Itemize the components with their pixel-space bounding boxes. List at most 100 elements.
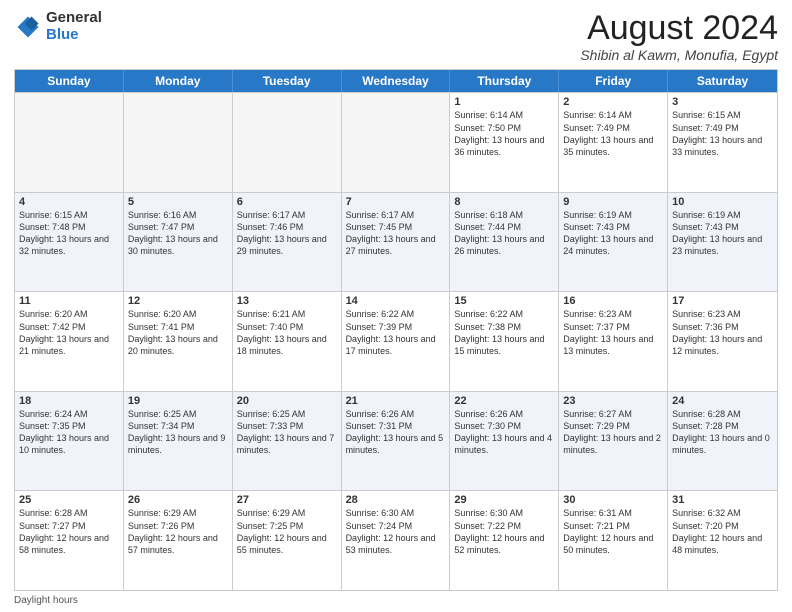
- calendar-cell: 22Sunrise: 6:26 AM Sunset: 7:30 PM Dayli…: [450, 392, 559, 491]
- calendar-cell: 18Sunrise: 6:24 AM Sunset: 7:35 PM Dayli…: [15, 392, 124, 491]
- day-number: 6: [237, 196, 337, 208]
- calendar-cell: 8Sunrise: 6:18 AM Sunset: 7:44 PM Daylig…: [450, 193, 559, 292]
- calendar-cell: [342, 93, 451, 192]
- calendar-row-1: 1Sunrise: 6:14 AM Sunset: 7:50 PM Daylig…: [15, 92, 777, 192]
- subtitle: Shibin al Kawm, Monufia, Egypt: [580, 47, 778, 63]
- cell-info: Sunrise: 6:30 AM Sunset: 7:24 PM Dayligh…: [346, 507, 446, 556]
- cell-info: Sunrise: 6:19 AM Sunset: 7:43 PM Dayligh…: [672, 209, 773, 258]
- day-number: 28: [346, 494, 446, 506]
- day-number: 21: [346, 395, 446, 407]
- cell-info: Sunrise: 6:27 AM Sunset: 7:29 PM Dayligh…: [563, 408, 663, 457]
- calendar-cell: 10Sunrise: 6:19 AM Sunset: 7:43 PM Dayli…: [668, 193, 777, 292]
- cell-info: Sunrise: 6:15 AM Sunset: 7:49 PM Dayligh…: [672, 109, 773, 158]
- cell-info: Sunrise: 6:20 AM Sunset: 7:41 PM Dayligh…: [128, 308, 228, 357]
- calendar-cell: [124, 93, 233, 192]
- logo-blue: Blue: [46, 27, 102, 44]
- cell-info: Sunrise: 6:28 AM Sunset: 7:28 PM Dayligh…: [672, 408, 773, 457]
- calendar-cell: 25Sunrise: 6:28 AM Sunset: 7:27 PM Dayli…: [15, 491, 124, 590]
- cell-info: Sunrise: 6:15 AM Sunset: 7:48 PM Dayligh…: [19, 209, 119, 258]
- footer: Daylight hours: [14, 595, 778, 606]
- cell-info: Sunrise: 6:23 AM Sunset: 7:37 PM Dayligh…: [563, 308, 663, 357]
- calendar-cell: 26Sunrise: 6:29 AM Sunset: 7:26 PM Dayli…: [124, 491, 233, 590]
- cell-info: Sunrise: 6:17 AM Sunset: 7:46 PM Dayligh…: [237, 209, 337, 258]
- day-header-thursday: Thursday: [450, 70, 559, 92]
- daylight-label: Daylight hours: [14, 595, 78, 606]
- calendar-cell: [233, 93, 342, 192]
- day-number: 5: [128, 196, 228, 208]
- cell-info: Sunrise: 6:23 AM Sunset: 7:36 PM Dayligh…: [672, 308, 773, 357]
- calendar-cell: 4Sunrise: 6:15 AM Sunset: 7:48 PM Daylig…: [15, 193, 124, 292]
- day-number: 27: [237, 494, 337, 506]
- day-header-monday: Monday: [124, 70, 233, 92]
- day-number: 2: [563, 96, 663, 108]
- calendar-cell: 29Sunrise: 6:30 AM Sunset: 7:22 PM Dayli…: [450, 491, 559, 590]
- calendar-cell: 12Sunrise: 6:20 AM Sunset: 7:41 PM Dayli…: [124, 292, 233, 391]
- header: General Blue August 2024 Shibin al Kawm,…: [14, 10, 778, 63]
- day-number: 13: [237, 295, 337, 307]
- calendar-cell: 30Sunrise: 6:31 AM Sunset: 7:21 PM Dayli…: [559, 491, 668, 590]
- day-header-friday: Friday: [559, 70, 668, 92]
- calendar-cell: 27Sunrise: 6:29 AM Sunset: 7:25 PM Dayli…: [233, 491, 342, 590]
- day-number: 25: [19, 494, 119, 506]
- calendar: SundayMondayTuesdayWednesdayThursdayFrid…: [14, 69, 778, 591]
- calendar-cell: 9Sunrise: 6:19 AM Sunset: 7:43 PM Daylig…: [559, 193, 668, 292]
- cell-info: Sunrise: 6:14 AM Sunset: 7:49 PM Dayligh…: [563, 109, 663, 158]
- cell-info: Sunrise: 6:22 AM Sunset: 7:38 PM Dayligh…: [454, 308, 554, 357]
- title-block: August 2024 Shibin al Kawm, Monufia, Egy…: [580, 10, 778, 63]
- day-number: 16: [563, 295, 663, 307]
- calendar-cell: 14Sunrise: 6:22 AM Sunset: 7:39 PM Dayli…: [342, 292, 451, 391]
- calendar-cell: 3Sunrise: 6:15 AM Sunset: 7:49 PM Daylig…: [668, 93, 777, 192]
- day-number: 18: [19, 395, 119, 407]
- calendar-cell: 7Sunrise: 6:17 AM Sunset: 7:45 PM Daylig…: [342, 193, 451, 292]
- calendar-cell: 21Sunrise: 6:26 AM Sunset: 7:31 PM Dayli…: [342, 392, 451, 491]
- day-number: 17: [672, 295, 773, 307]
- calendar-row-4: 18Sunrise: 6:24 AM Sunset: 7:35 PM Dayli…: [15, 391, 777, 491]
- day-number: 26: [128, 494, 228, 506]
- calendar-cell: 28Sunrise: 6:30 AM Sunset: 7:24 PM Dayli…: [342, 491, 451, 590]
- calendar-cell: 15Sunrise: 6:22 AM Sunset: 7:38 PM Dayli…: [450, 292, 559, 391]
- logo-general: General: [46, 10, 102, 27]
- day-number: 23: [563, 395, 663, 407]
- cell-info: Sunrise: 6:26 AM Sunset: 7:30 PM Dayligh…: [454, 408, 554, 457]
- day-header-wednesday: Wednesday: [342, 70, 451, 92]
- cell-info: Sunrise: 6:26 AM Sunset: 7:31 PM Dayligh…: [346, 408, 446, 457]
- day-number: 24: [672, 395, 773, 407]
- day-number: 8: [454, 196, 554, 208]
- day-number: 7: [346, 196, 446, 208]
- cell-info: Sunrise: 6:24 AM Sunset: 7:35 PM Dayligh…: [19, 408, 119, 457]
- calendar-row-5: 25Sunrise: 6:28 AM Sunset: 7:27 PM Dayli…: [15, 490, 777, 590]
- day-number: 11: [19, 295, 119, 307]
- day-header-tuesday: Tuesday: [233, 70, 342, 92]
- calendar-cell: 11Sunrise: 6:20 AM Sunset: 7:42 PM Dayli…: [15, 292, 124, 391]
- cell-info: Sunrise: 6:22 AM Sunset: 7:39 PM Dayligh…: [346, 308, 446, 357]
- calendar-cell: 5Sunrise: 6:16 AM Sunset: 7:47 PM Daylig…: [124, 193, 233, 292]
- cell-info: Sunrise: 6:18 AM Sunset: 7:44 PM Dayligh…: [454, 209, 554, 258]
- day-number: 1: [454, 96, 554, 108]
- main-title: August 2024: [580, 10, 778, 47]
- day-number: 19: [128, 395, 228, 407]
- calendar-cell: 6Sunrise: 6:17 AM Sunset: 7:46 PM Daylig…: [233, 193, 342, 292]
- day-number: 20: [237, 395, 337, 407]
- calendar-cell: 24Sunrise: 6:28 AM Sunset: 7:28 PM Dayli…: [668, 392, 777, 491]
- logo-text: General Blue: [46, 10, 102, 43]
- logo: General Blue: [14, 10, 102, 43]
- calendar-header: SundayMondayTuesdayWednesdayThursdayFrid…: [15, 70, 777, 92]
- calendar-cell: 31Sunrise: 6:32 AM Sunset: 7:20 PM Dayli…: [668, 491, 777, 590]
- cell-info: Sunrise: 6:16 AM Sunset: 7:47 PM Dayligh…: [128, 209, 228, 258]
- page: General Blue August 2024 Shibin al Kawm,…: [0, 0, 792, 612]
- calendar-cell: 2Sunrise: 6:14 AM Sunset: 7:49 PM Daylig…: [559, 93, 668, 192]
- cell-info: Sunrise: 6:19 AM Sunset: 7:43 PM Dayligh…: [563, 209, 663, 258]
- calendar-cell: [15, 93, 124, 192]
- cell-info: Sunrise: 6:25 AM Sunset: 7:34 PM Dayligh…: [128, 408, 228, 457]
- day-number: 10: [672, 196, 773, 208]
- cell-info: Sunrise: 6:29 AM Sunset: 7:26 PM Dayligh…: [128, 507, 228, 556]
- cell-info: Sunrise: 6:31 AM Sunset: 7:21 PM Dayligh…: [563, 507, 663, 556]
- day-header-saturday: Saturday: [668, 70, 777, 92]
- day-number: 3: [672, 96, 773, 108]
- cell-info: Sunrise: 6:28 AM Sunset: 7:27 PM Dayligh…: [19, 507, 119, 556]
- calendar-cell: 23Sunrise: 6:27 AM Sunset: 7:29 PM Dayli…: [559, 392, 668, 491]
- cell-info: Sunrise: 6:21 AM Sunset: 7:40 PM Dayligh…: [237, 308, 337, 357]
- calendar-cell: 20Sunrise: 6:25 AM Sunset: 7:33 PM Dayli…: [233, 392, 342, 491]
- day-number: 9: [563, 196, 663, 208]
- calendar-cell: 16Sunrise: 6:23 AM Sunset: 7:37 PM Dayli…: [559, 292, 668, 391]
